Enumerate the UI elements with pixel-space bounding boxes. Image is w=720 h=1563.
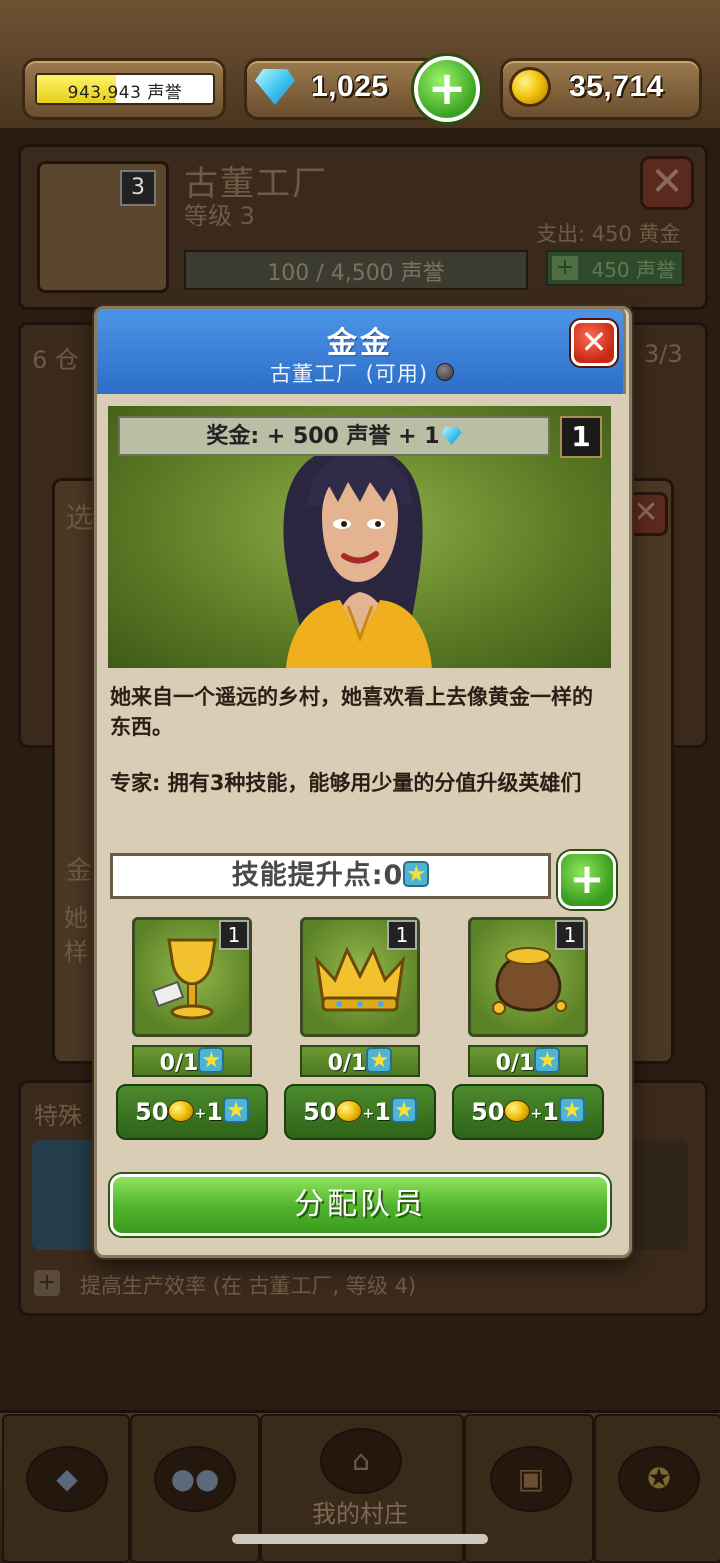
skill-progress: 0/1 <box>468 1045 588 1077</box>
hero-assignment-text: 古董工厂 (可用) <box>269 362 429 386</box>
skill-level-badge: 1 <box>555 920 585 950</box>
hero-level-badge: 1 <box>560 416 602 458</box>
gold-coin-icon <box>336 1100 363 1122</box>
skill-progress: 0/1 <box>132 1045 252 1077</box>
plus-sign: + <box>362 1106 375 1122</box>
skill-cost-points: 1 <box>542 1098 559 1126</box>
hero-specialty: 专家: 拥有3种技能，能够用少量的分值升级英雄们 <box>110 771 582 795</box>
skill-star-icon <box>366 1047 393 1073</box>
nav-achievements[interactable]: ✪ <box>594 1414 720 1563</box>
treasure-chest-icon: ▣ <box>490 1446 572 1512</box>
skill-points-display: 技能提升点:0 <box>110 853 551 899</box>
storage-count: 3/3 <box>644 340 683 368</box>
diamond-icon <box>255 69 295 105</box>
behind-hero-name: 金 <box>66 856 93 886</box>
skill-star-icon <box>558 1097 585 1123</box>
skill-cost-points: 1 <box>206 1098 223 1126</box>
skill-progress-text: 0/1 <box>327 1051 367 1076</box>
gold-coin-icon <box>504 1100 531 1122</box>
skill-progress-text: 0/1 <box>159 1051 199 1076</box>
assign-hero-button[interactable]: 分配队员 <box>110 1174 610 1236</box>
close-icon[interactable]: ✕ <box>571 320 617 366</box>
skill-points-text: 技能提升点:0 <box>231 860 404 891</box>
gem-count: 1,025 <box>311 70 389 103</box>
skill-star-icon <box>198 1047 225 1073</box>
buy-gems-button[interactable]: + <box>414 56 480 122</box>
skill-cost-gold: 50 <box>135 1098 169 1126</box>
team-icon: ●● <box>154 1446 236 1512</box>
hero-description: 她来自一个遥远的乡村，她喜欢看上去像黄金一样的东西。 <box>110 685 593 739</box>
upgrade-skill-button[interactable]: 50 +1 <box>452 1084 604 1140</box>
hero-bonus-bar: 奖金: + 500 声誉 + 1 <box>118 416 550 456</box>
skill-level-badge: 1 <box>387 920 417 950</box>
skill-star-icon <box>534 1047 561 1073</box>
reputation-counter[interactable]: 943,943 声誉 <box>22 58 226 120</box>
plus-sign: + <box>530 1106 543 1122</box>
building-level-badge: 3 <box>120 170 156 206</box>
status-indicator-icon <box>436 363 454 381</box>
behind-hero-desc: 她 <box>64 904 88 932</box>
gold-coin-icon <box>509 67 551 107</box>
building-level: 等级 3 <box>184 202 255 230</box>
special-label: 特殊 <box>34 1102 82 1130</box>
home-indicator[interactable] <box>232 1534 488 1544</box>
skill-cost-gold: 50 <box>303 1098 337 1126</box>
upgrade-skill-button[interactable]: 50 +1 <box>116 1084 268 1140</box>
hero-name: 金金 <box>327 326 393 361</box>
choose-panel-title: 选 <box>66 501 95 534</box>
hero-assignment-status: 古董工厂 (可用) <box>94 358 626 388</box>
home-icon: ⌂ <box>320 1428 402 1494</box>
skill-level-badge: 1 <box>219 920 249 950</box>
skill-star-icon <box>390 1097 417 1123</box>
achievement-medal-icon: ✪ <box>618 1446 700 1512</box>
upgrade-skill-button[interactable]: 50 +1 <box>284 1084 436 1140</box>
hero-bonus-text: 奖金: + 500 声誉 + 1 <box>206 424 440 449</box>
skill-cost-gold: 50 <box>471 1098 505 1126</box>
gold-count: 35,714 <box>569 70 664 103</box>
gold-coin-icon <box>168 1100 195 1122</box>
diamond-icon <box>441 427 462 445</box>
plus-icon[interactable]: + <box>34 1270 60 1296</box>
building-close-button[interactable]: ✕ <box>640 156 694 210</box>
add-skill-points-button[interactable]: + <box>558 851 616 909</box>
gold-counter[interactable]: 35,714 <box>500 58 702 120</box>
plus-sign: + <box>194 1106 207 1122</box>
skill-progress-text: 0/1 <box>495 1051 535 1076</box>
skill-star-icon <box>222 1097 249 1123</box>
behind-hero-desc: 样 <box>64 938 88 966</box>
reputation-progress-bar: 943,943 声誉 <box>35 73 215 105</box>
plus-icon: + <box>552 256 578 280</box>
skill-star-icon <box>403 861 430 887</box>
skill-cost-points: 1 <box>374 1098 391 1126</box>
building-expense: 支出: 450 黄金 <box>536 222 681 246</box>
special-requirement-text: 提高生产效率 (在 古董工厂, 等级 4) <box>80 1274 417 1298</box>
skill-progress: 0/1 <box>300 1045 420 1077</box>
gems-shop-icon: ◆ <box>26 1446 108 1512</box>
reputation-value: 943,943 声誉 <box>67 83 183 103</box>
refresh-icon <box>32 1140 98 1250</box>
building-progress-text: 100 / 4,500 声誉 <box>267 261 445 286</box>
nav-my-village-label: 我的村庄 <box>312 1500 408 1528</box>
storage-label: 6 仓 <box>32 346 79 374</box>
nav-gems-shop[interactable]: ◆ <box>2 1414 130 1563</box>
